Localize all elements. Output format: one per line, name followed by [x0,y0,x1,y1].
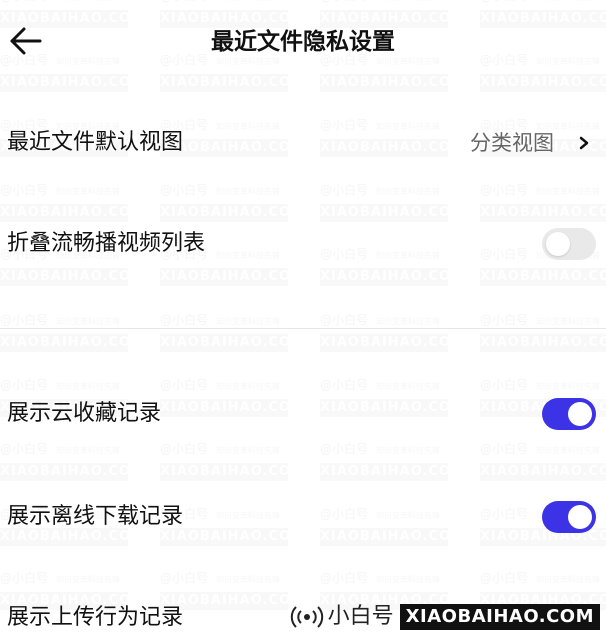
setting-value: 分类视图 [470,131,554,155]
watermark-layer: @小白号知识变革科技先锋XIAOBAIHAO.COM @小白号知识变革科技先锋X… [0,0,606,638]
watermark: @小白号知识变革科技先锋XIAOBAIHAO.COM [480,442,606,481]
toggle-knob [546,232,570,256]
setting-label: 展示离线下载记录 [7,504,184,529]
brand-name: 小白号 [327,604,394,629]
toggle-knob [568,402,592,426]
watermark: @小白号知识变革科技先锋XIAOBAIHAO.COM [0,313,145,352]
watermark: @小白号知识变革科技先锋XIAOBAIHAO.COM [320,313,465,352]
watermark: @小白号知识变革科技先锋XIAOBAIHAO.COM [160,313,305,352]
setting-label: 展示上传行为记录 [7,605,184,630]
chevron-right-icon [579,136,589,150]
cloud-favorites-toggle[interactable] [542,398,596,430]
watermark: @小白号知识变革科技先锋XIAOBAIHAO.COM [160,442,305,481]
setting-show-offline-downloads: 展示离线下载记录 [0,499,606,535]
top-bar: 最近文件隐私设置 [0,0,606,86]
toggle-knob [568,505,592,529]
watermark: @小白号知识变革科技先锋XIAOBAIHAO.COM [480,313,606,352]
collapse-video-toggle[interactable] [542,228,596,260]
watermark: @小白号知识变革科技先锋XIAOBAIHAO.COM [320,442,465,481]
radio-signal-icon [290,606,323,628]
setting-show-cloud-favorites: 展示云收藏记录 [0,396,606,432]
setting-label: 展示云收藏记录 [7,401,162,426]
setting-label: 最近文件默认视图 [7,130,184,155]
setting-label: 折叠流畅播视频列表 [7,231,206,256]
setting-collapse-video-list: 折叠流畅播视频列表 [0,226,606,262]
offline-downloads-toggle[interactable] [542,501,596,533]
brand-watermark: 小白号 XIAOBAIHAO.COM [290,602,600,632]
setting-default-view[interactable]: 最近文件默认视图 分类视图 [0,126,606,160]
brand-domain: XIAOBAIHAO.COM [399,604,600,630]
watermark: @小白号知识变革科技先锋XIAOBAIHAO.COM [0,442,145,481]
section-divider [0,328,606,329]
page-title: 最近文件隐私设置 [211,29,395,55]
